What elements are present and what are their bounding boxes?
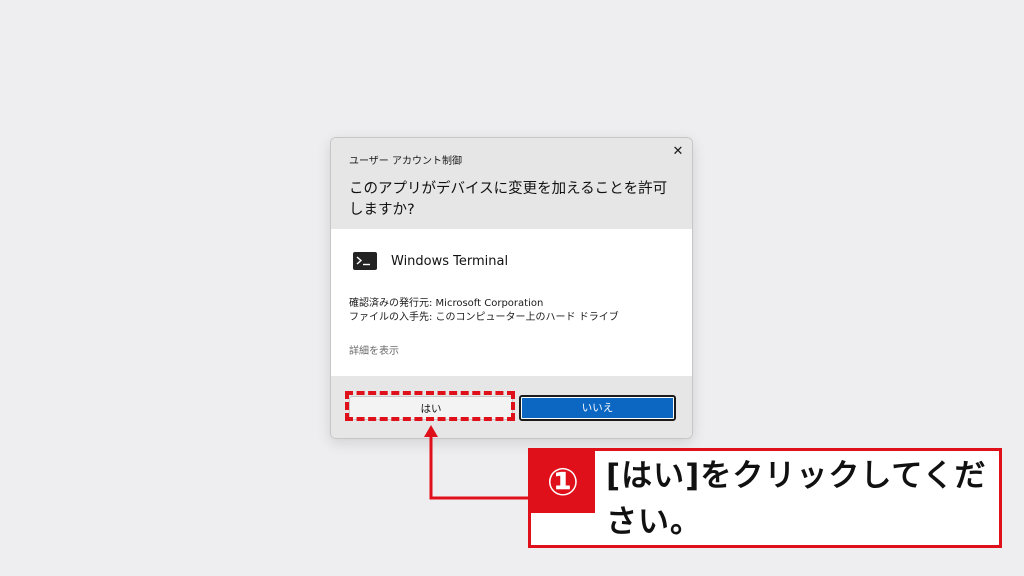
no-button[interactable]: いいえ [519, 395, 676, 421]
app-name: Windows Terminal [391, 253, 509, 269]
show-details-link[interactable]: 詳細を表示 [349, 342, 399, 357]
file-origin-info: ファイルの入手先: このコンピューター上のハード ドライブ [349, 312, 619, 323]
yes-button[interactable]: はい [349, 396, 513, 420]
close-icon: ✕ [672, 144, 684, 159]
instruction-callout: ① [はい]をクリックしてください。 [528, 448, 1002, 548]
step-number-badge: ① [531, 451, 595, 513]
dialog-question: このアプリがデバイスに変更を加えることを許可しますか? [349, 181, 668, 218]
publisher-info: 確認済みの発行元: Microsoft Corporation [349, 298, 544, 309]
dialog-caption: ユーザー アカウント制御 [349, 156, 462, 167]
terminal-icon [353, 252, 377, 270]
instruction-text: [はい]をクリックしてください。 [606, 458, 987, 540]
close-button[interactable]: ✕ [669, 143, 687, 161]
uac-dialog: ユーザー アカウント制御 ✕ このアプリがデバイスに変更を加えることを許可します… [330, 137, 693, 439]
app-info-row: Windows Terminal [353, 251, 508, 271]
